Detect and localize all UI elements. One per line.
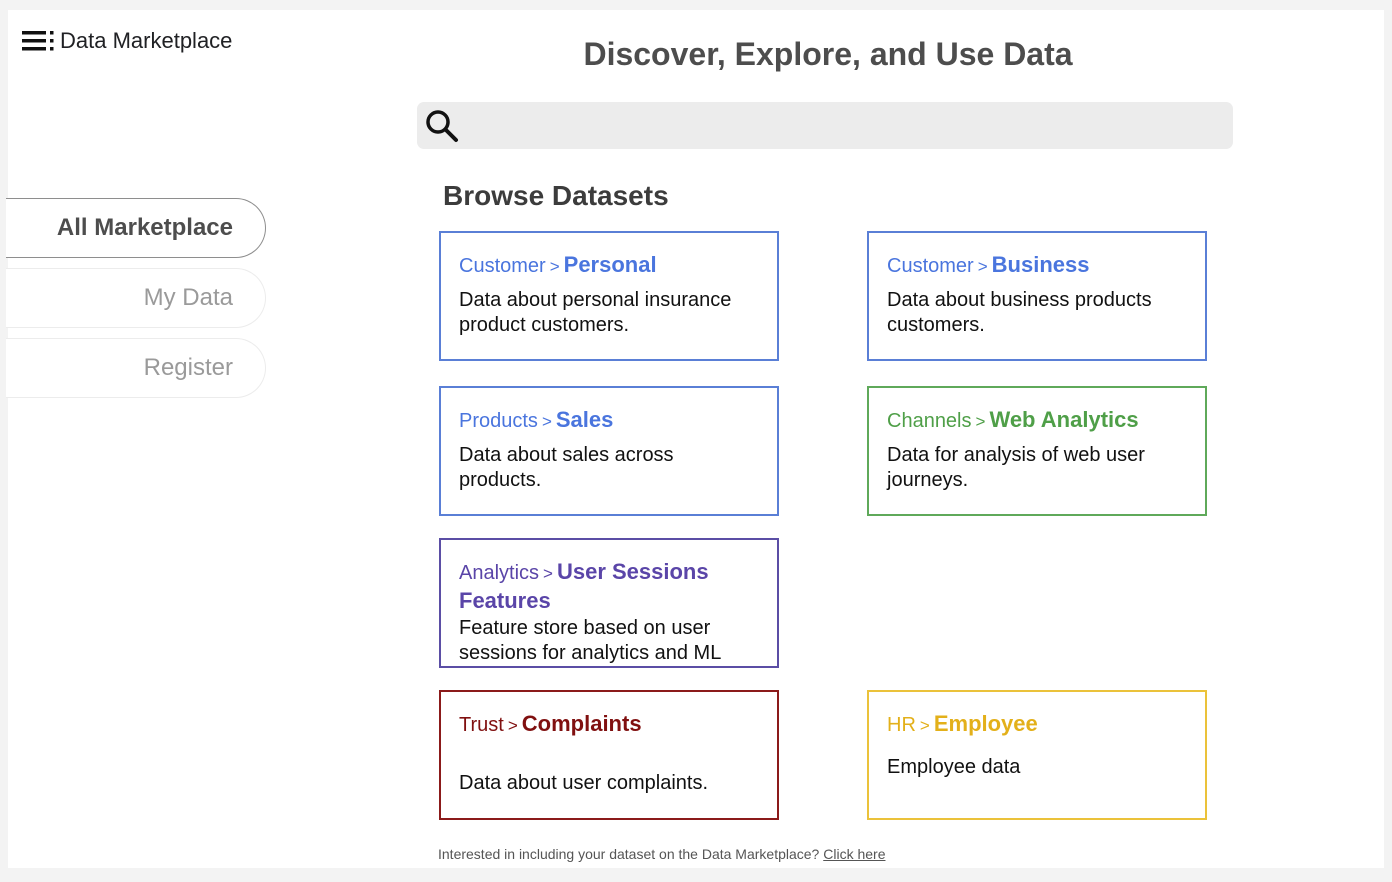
card-description: Data about personal insurance product cu… bbox=[459, 289, 732, 336]
footer-text: Interested in including your dataset on … bbox=[438, 846, 820, 862]
card-heading: Customer > Business bbox=[887, 251, 1187, 280]
page-title: Discover, Explore, and Use Data bbox=[583, 36, 1073, 72]
app-title: Data Marketplace bbox=[60, 28, 233, 53]
card-separator: > bbox=[977, 257, 988, 276]
card-description: Feature store based on user sessions for… bbox=[459, 617, 722, 664]
menu-icon[interactable] bbox=[22, 28, 56, 54]
card-heading: Trust > Complaints bbox=[459, 710, 759, 739]
card-heading: Products > Sales bbox=[459, 406, 759, 435]
card-name: Sales bbox=[555, 407, 614, 432]
browse-datasets-title: Browse Datasets bbox=[443, 180, 669, 211]
dataset-card-customer-personal[interactable]: Customer > Personal Data about personal in… bbox=[439, 231, 779, 361]
card-heading: Channels > Web Analytics bbox=[887, 406, 1187, 435]
card-name: Business bbox=[991, 252, 1090, 277]
sidebar-item-register[interactable]: Register bbox=[6, 338, 266, 398]
card-separator: > bbox=[549, 257, 560, 276]
search-icon[interactable] bbox=[423, 107, 461, 145]
footer: Interested in including your dataset on … bbox=[438, 846, 885, 862]
search-input[interactable] bbox=[461, 102, 1233, 149]
card-name: Complaints bbox=[521, 711, 642, 736]
sidebar-item-my-data[interactable]: My Data bbox=[6, 268, 266, 328]
card-separator: > bbox=[975, 412, 986, 431]
card-category: Channels bbox=[887, 410, 972, 432]
card-name: Employee bbox=[933, 711, 1038, 736]
dataset-card-hr-employee[interactable]: HR > Employee Employee data bbox=[867, 690, 1207, 820]
card-description: Employee data bbox=[887, 756, 1021, 778]
card-category: Customer bbox=[459, 255, 546, 277]
page-container: Data Marketplace Discover, Explore, and … bbox=[6, 10, 1384, 868]
card-heading: Customer > Personal bbox=[459, 251, 759, 280]
card-category: Products bbox=[459, 410, 538, 432]
card-separator: > bbox=[507, 716, 518, 735]
card-description: Data for analysis of web user journeys. bbox=[887, 444, 1145, 491]
card-separator: > bbox=[543, 564, 553, 583]
card-category: Trust bbox=[459, 714, 504, 736]
card-name: Personal bbox=[563, 252, 657, 277]
card-description: Data about user complaints. bbox=[459, 772, 709, 794]
card-heading: Analytics > User Sessions Features bbox=[459, 558, 759, 616]
dataset-card-products-sales[interactable]: Products > Sales Data about sales across p… bbox=[439, 386, 779, 516]
footer-link[interactable]: Click here bbox=[823, 846, 885, 862]
dataset-card-analytics-user-sessions[interactable]: Analytics > User Sessions Features Feature… bbox=[439, 538, 779, 668]
card-category: Analytics bbox=[459, 562, 540, 584]
sidebar-item-all-marketplace[interactable]: All Marketplace bbox=[6, 198, 266, 258]
card-description: Data about business products customers. bbox=[887, 289, 1163, 336]
app-header: Data Marketplace bbox=[22, 28, 232, 54]
card-description: Data about sales across products. bbox=[459, 444, 674, 491]
search-bar[interactable] bbox=[417, 102, 1233, 149]
card-name: Web Analytics bbox=[989, 407, 1139, 432]
card-category: Customer bbox=[887, 255, 974, 277]
card-separator: > bbox=[919, 716, 930, 735]
dataset-card-channels-web-analytics[interactable]: Channels > Web Analytics Data for analysis… bbox=[867, 386, 1207, 516]
dataset-card-customer-business[interactable]: Customer > Business Data about business pr… bbox=[867, 231, 1207, 361]
card-heading: HR > Employee bbox=[887, 710, 1187, 739]
dataset-card-trust-complaints[interactable]: Trust > Complaints Data about user complai… bbox=[439, 690, 779, 820]
card-separator: > bbox=[541, 412, 552, 431]
card-category: HR bbox=[887, 714, 916, 736]
